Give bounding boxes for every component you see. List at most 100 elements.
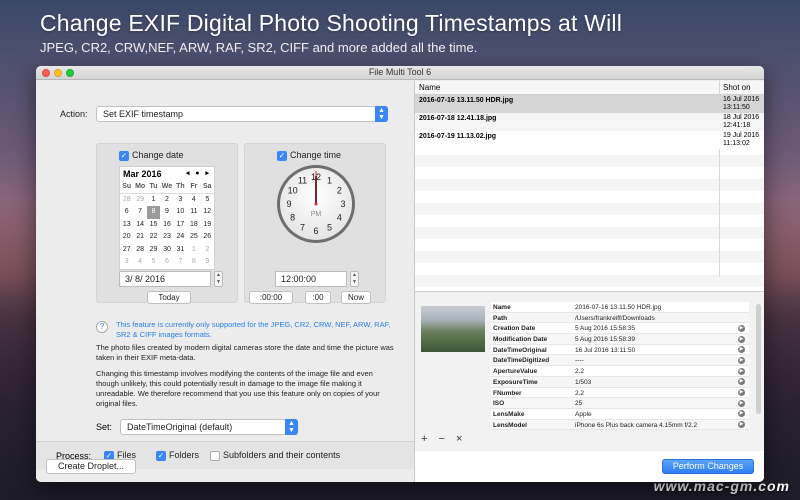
calendar-day[interactable]: 8 xyxy=(146,206,161,219)
time-stepper[interactable]: ▲ ▼ xyxy=(350,271,359,287)
file-row[interactable]: 2016-07-16 13.11.50 HDR.jpg 16 Jul 2016 13… xyxy=(415,95,764,113)
calendar-day[interactable]: 3 xyxy=(120,256,133,269)
calendar-day[interactable]: 25 xyxy=(187,231,200,244)
hero-subtitle: JPEG, CR2, CRW,NEF, ARW, RAF, SR2, CIFF … xyxy=(40,40,478,55)
calendar-day[interactable]: 7 xyxy=(133,206,146,219)
calendar-day[interactable]: 30 xyxy=(160,244,173,257)
subfolders-label: Subfolders and their contents xyxy=(223,450,341,460)
calendar-day[interactable]: 12 xyxy=(201,206,214,219)
remove-icon[interactable]: − xyxy=(439,433,445,445)
file-details-panel: Name 2016-07-16 13.11.50 HDR.jpg Path/User… xyxy=(415,291,764,451)
calendar-day[interactable]: 11 xyxy=(187,206,200,219)
file-row[interactable]: 2016-07-19 11.13.02.jpg 19 Jul 2016 11:13:… xyxy=(415,131,764,149)
calendar-day[interactable]: 27 xyxy=(120,244,133,257)
arrow-right-icon[interactable]: ▶ xyxy=(738,399,745,407)
calendar-day[interactable]: 18 xyxy=(187,219,200,232)
chevron-updown-icon: ▲ ▼ xyxy=(375,106,388,122)
calendar-day[interactable]: 6 xyxy=(120,206,133,219)
calendar-day[interactable]: 5 xyxy=(201,194,214,207)
calendar-day[interactable]: 24 xyxy=(174,231,187,244)
action-select[interactable]: Set EXIF timestamp ▲ ▼ xyxy=(96,106,388,122)
calendar-day[interactable]: 3 xyxy=(174,194,187,207)
arrow-right-icon[interactable]: ▶ xyxy=(738,421,745,429)
calendar-day[interactable]: 28 xyxy=(133,244,146,257)
arrow-right-icon[interactable]: ▶ xyxy=(738,324,745,332)
time-panel: ✓Change time 121234567891011 PM 12:00:00 xyxy=(244,143,386,304)
calendar-day[interactable]: 1 xyxy=(147,194,160,207)
file-row[interactable]: 2016-07-18 12.41.18.jpg 18 Jul 2016 12:41:… xyxy=(415,113,764,131)
calendar-day[interactable]: 2 xyxy=(160,194,173,207)
zero-seconds-button[interactable]: :00 xyxy=(305,291,331,304)
calendar-day[interactable]: 20 xyxy=(120,231,133,244)
metadata-scrollbar[interactable] xyxy=(756,304,761,414)
add-icon[interactable]: + xyxy=(421,433,427,445)
calendar-day[interactable]: 14 xyxy=(133,219,146,232)
calendar-day[interactable]: 6 xyxy=(160,256,173,269)
clock-pm-label: PM xyxy=(311,211,322,218)
arrow-right-icon[interactable]: ▶ xyxy=(738,378,745,386)
create-droplet-button[interactable]: Create Droplet... xyxy=(46,459,136,474)
now-button[interactable]: Now xyxy=(341,291,371,304)
arrow-right-icon[interactable]: ▶ xyxy=(738,410,745,418)
calendar-day[interactable]: 29 xyxy=(133,194,146,207)
calendar-day[interactable]: 23 xyxy=(160,231,173,244)
calendar-day[interactable]: 8 xyxy=(187,256,200,269)
column-header-name[interactable]: Name xyxy=(419,83,440,92)
calendar-day[interactable]: 5 xyxy=(147,256,160,269)
metadata-key: DateTimeOriginal xyxy=(493,346,547,354)
column-header-shot-on[interactable]: Shot on xyxy=(723,83,751,92)
metadata-key: Modification Date xyxy=(493,336,548,344)
metadata-value: /Users/frankreiff/Downloads xyxy=(575,314,655,322)
calendar-nav-controls[interactable]: ◂ ● ▸ xyxy=(186,169,211,177)
arrow-right-icon[interactable]: ▶ xyxy=(738,346,745,354)
zero-minutes-button[interactable]: :00:00 xyxy=(249,291,293,304)
calendar-day[interactable]: 1 xyxy=(187,244,200,257)
file-shot-time: 12:41:18 xyxy=(723,122,751,129)
help-icon[interactable]: ? xyxy=(96,321,108,333)
calendar-day[interactable]: 10 xyxy=(174,206,187,219)
file-shot-on: 16 Jul 2016 13:11:50 xyxy=(723,96,759,112)
change-time-checkbox[interactable]: ✓ Change time xyxy=(277,150,341,161)
calendar-day[interactable]: 19 xyxy=(201,219,214,232)
calendar-day[interactable]: 4 xyxy=(133,256,146,269)
subfolders-checkbox[interactable]: Subfolders and their contents xyxy=(210,450,340,461)
calendar-day[interactable]: 7 xyxy=(174,256,187,269)
arrow-right-icon[interactable]: ▶ xyxy=(738,389,745,396)
calendar-day[interactable]: 26 xyxy=(201,231,214,244)
calendar-day[interactable]: 21 xyxy=(133,231,146,244)
metadata-value: 5 Aug 2016 15:58:35 xyxy=(575,325,636,333)
time-input[interactable]: 12:00:00 xyxy=(275,271,347,287)
action-label: Action: xyxy=(60,109,88,119)
metadata-key: Name xyxy=(493,304,511,311)
calendar-day[interactable]: 28 xyxy=(120,194,133,207)
metadata-value: 25 xyxy=(575,400,583,408)
calendar-day[interactable]: 9 xyxy=(160,206,173,219)
calendar-day[interactable]: 29 xyxy=(147,244,160,257)
calendar-day[interactable]: 31 xyxy=(174,244,187,257)
set-select[interactable]: DateTimeOriginal (default) ▲ ▼ xyxy=(120,419,298,435)
date-input[interactable]: 3/ 8/ 2016 xyxy=(119,271,211,287)
arrow-right-icon[interactable]: ▶ xyxy=(738,367,745,375)
perform-changes-button[interactable]: Perform Changes xyxy=(662,459,754,474)
today-button[interactable]: Today xyxy=(147,291,191,304)
calendar-day[interactable]: 2 xyxy=(201,244,214,257)
file-shot-time: 13:11:50 xyxy=(723,104,750,111)
clear-icon[interactable]: × xyxy=(456,433,462,445)
calendar-day[interactable]: 9 xyxy=(201,256,214,269)
calendar-day[interactable]: 15 xyxy=(147,219,160,232)
calendar-day[interactable]: 13 xyxy=(120,219,133,232)
change-date-checkbox[interactable]: ✓ Change date xyxy=(119,150,184,161)
metadata-row: FNumber 2.2 ▶ xyxy=(491,387,749,399)
metadata-key: DateTimeDigitized xyxy=(493,357,550,365)
calendar-day[interactable]: 16 xyxy=(160,219,173,232)
metadata-value: 16 Jul 2016 13:11:50 xyxy=(575,346,636,354)
arrow-right-icon[interactable]: ▶ xyxy=(738,356,745,364)
calendar-day[interactable]: 4 xyxy=(187,194,200,207)
calendar-day[interactable]: 17 xyxy=(174,219,187,232)
calendar-day[interactable]: 22 xyxy=(147,231,160,244)
files-pane: Name Shot on 2016-07-16 13.11.50 HDR.jpg… xyxy=(414,81,764,482)
date-stepper[interactable]: ▲ ▼ xyxy=(214,271,223,287)
arrow-right-icon[interactable]: ▶ xyxy=(738,335,745,343)
calendar-month: Mar 2016 xyxy=(123,169,162,179)
folders-checkbox[interactable]: ✓ Folders xyxy=(156,450,199,461)
